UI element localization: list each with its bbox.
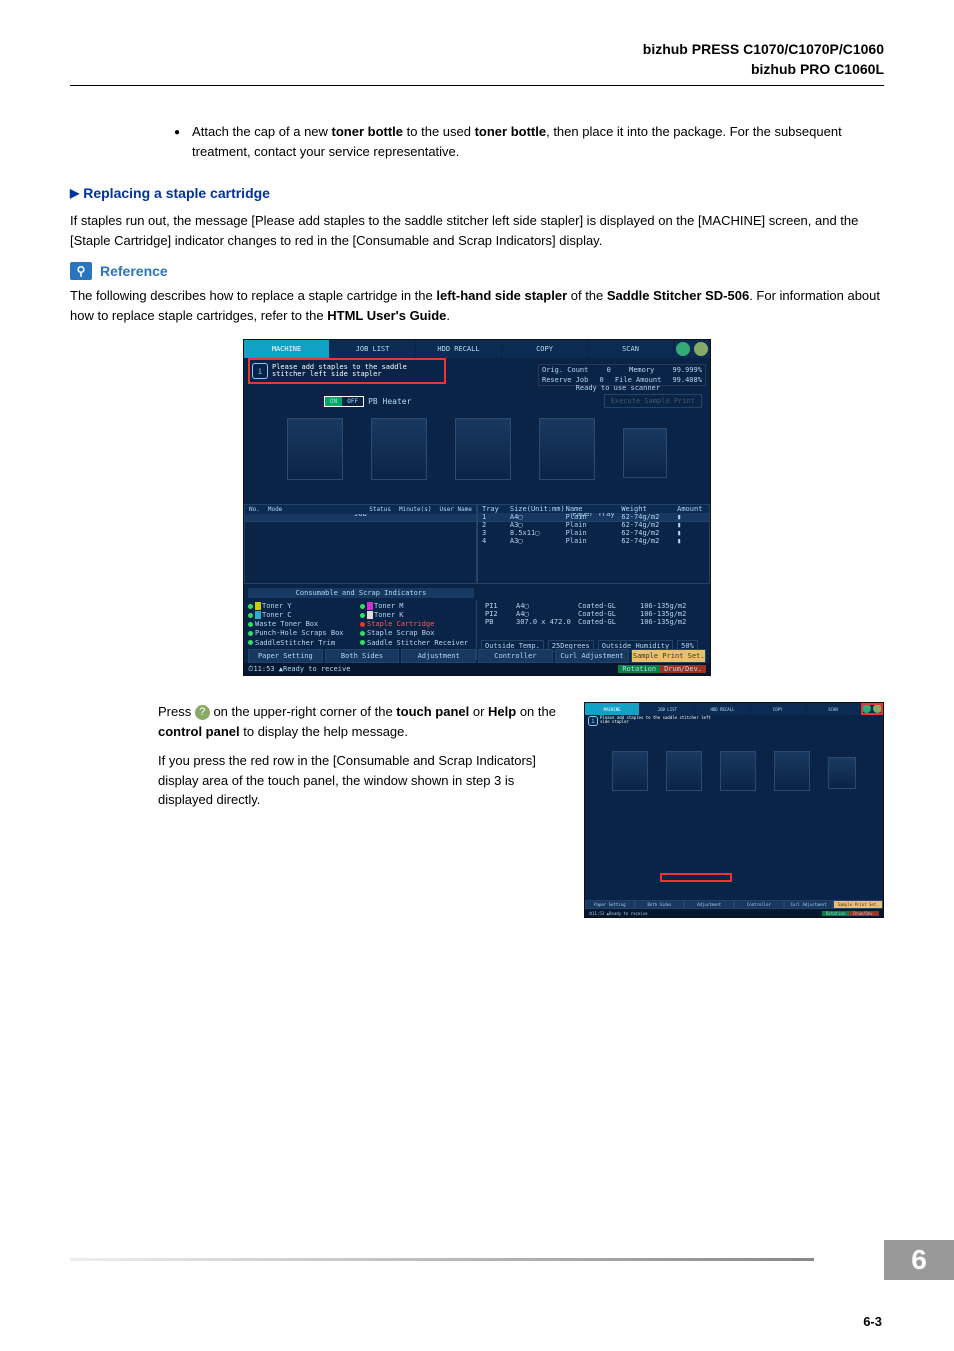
controller-button[interactable]: Controller xyxy=(478,649,553,663)
info-icon: i xyxy=(252,363,268,379)
alert-message-text: Please add staples to the saddle stitche… xyxy=(272,364,442,379)
tray-table: TraySize(Unit:mm) NameWeightAmount 1A4▢P… xyxy=(477,504,710,584)
doc-header-line1: bizhub PRESS C1070/C1070P/C1060 xyxy=(70,40,884,60)
tab-scan[interactable]: SCAN xyxy=(588,340,674,358)
sample-print-button[interactable]: Sample Print Set. xyxy=(631,649,706,663)
intro-paragraph: If staples run out, the message [Please … xyxy=(70,211,884,250)
pi-table: PI1A4▢Coated-GL106-135g/m2 PI2A4▢Coated-… xyxy=(477,600,710,628)
page-number: 6-3 xyxy=(863,1314,882,1329)
paper-setting-button[interactable]: Paper Setting xyxy=(248,649,323,663)
status-circle[interactable] xyxy=(676,342,690,356)
tab-copy[interactable]: COPY xyxy=(502,340,588,358)
doc-header-line2: bizhub PRO C1060L xyxy=(70,60,884,80)
job-table: No.Mode StatusMinute(s) User Name xyxy=(244,504,477,584)
scanner-ready: Ready to use scanner xyxy=(576,384,660,392)
header-rule xyxy=(70,85,884,86)
both-sides-button[interactable]: Both Sides xyxy=(325,649,400,663)
triangle-icon: ▶ xyxy=(70,186,79,200)
step-note: If you press the red row in the [Consuma… xyxy=(158,751,566,810)
machine-diagram xyxy=(250,414,704,492)
mfp-screenshot-large: MACHINE JOB LIST HDD RECALL COPY SCAN i … xyxy=(243,339,711,676)
highlight-consumable-row xyxy=(660,873,732,882)
mfp-screenshot-small: MACHINE JOB LIST HDD RECALL COPY SCAN i … xyxy=(584,702,884,918)
execute-sample-button[interactable]: Execute Sample Print xyxy=(604,394,702,408)
highlight-help-icon xyxy=(861,703,883,715)
footer-bar xyxy=(70,1258,814,1261)
tab-joblist[interactable]: JOB LIST xyxy=(330,340,416,358)
reference-paragraph: The following describes how to replace a… xyxy=(70,286,884,325)
chapter-tab: 6 xyxy=(884,1240,954,1280)
step-instruction: Press ? on the upper-right corner of the… xyxy=(158,702,566,741)
bullet-icon: ● xyxy=(174,125,180,161)
pb-heater-toggle[interactable]: ONOFF PB Heater xyxy=(324,396,411,407)
help-icon: ? xyxy=(195,705,210,720)
curl-button[interactable]: Curl Adjustment xyxy=(555,649,630,663)
help-circle-icon[interactable] xyxy=(694,342,708,356)
toner-note: ● Attach the cap of a new toner bottle t… xyxy=(174,122,884,161)
tab-hold[interactable]: HDD RECALL xyxy=(416,340,502,358)
consumables-header: Consumable and Scrap Indicators xyxy=(248,588,474,598)
reference-label: Reference xyxy=(100,263,168,279)
tab-machine[interactable]: MACHINE xyxy=(244,340,330,358)
alert-message-box: i Please add staples to the saddle stitc… xyxy=(248,358,446,384)
reference-icon: ⚲ xyxy=(70,262,92,280)
section-title: ▶ Replacing a staple cartridge xyxy=(70,185,884,201)
counter-panel: Orig. Count0Memory99.999% Reserve Job0Fi… xyxy=(538,364,706,386)
adjustment-button[interactable]: Adjustment xyxy=(401,649,476,663)
